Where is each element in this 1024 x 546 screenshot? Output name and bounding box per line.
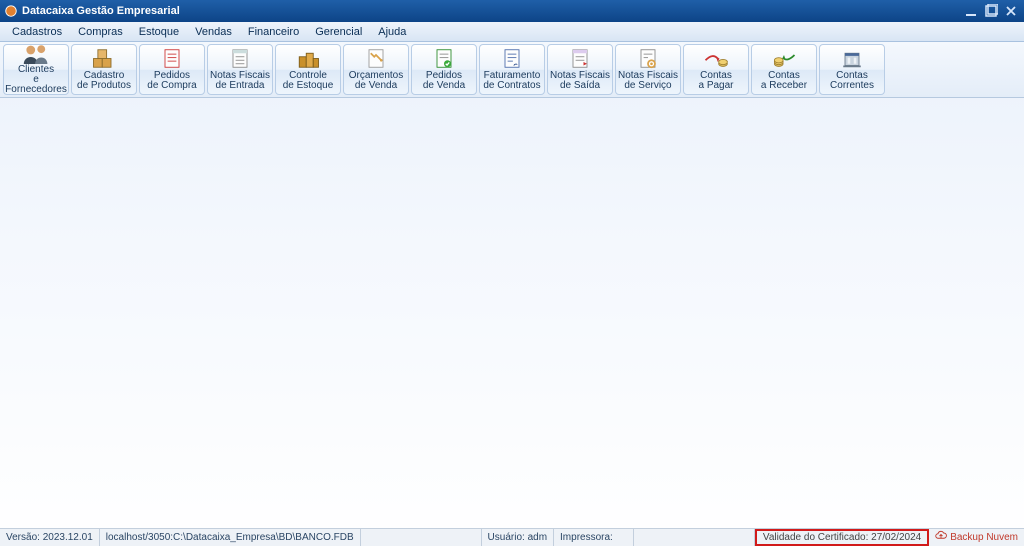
invoice-in-icon: [226, 47, 254, 70]
toolbar-label: Notas Fiscais de Entrada: [210, 71, 270, 91]
order-out-icon: [430, 47, 458, 70]
status-version: Versão: 2023.12.01: [0, 529, 100, 546]
menu-estoque[interactable]: Estoque: [131, 24, 187, 40]
bank-icon: [838, 47, 866, 70]
toolbar-label: Notas Fiscais de Saída: [550, 71, 610, 91]
toolbar-controle-estoque[interactable]: Controle de Estoque: [275, 44, 341, 95]
menu-financeiro[interactable]: Financeiro: [240, 24, 307, 40]
toolbar: Clientes e Fornecedores Cadastro de Produ…: [0, 42, 1024, 98]
toolbar-contas-pagar[interactable]: Contas a Pagar: [683, 44, 749, 95]
menu-cadastros[interactable]: Cadastros: [4, 24, 70, 40]
toolbar-contas-receber[interactable]: Contas a Receber: [751, 44, 817, 95]
toolbar-label: Notas Fiscais de Serviço: [618, 71, 678, 91]
title-bar: Datacaixa Gestão Empresarial: [0, 0, 1024, 22]
contract-icon: [498, 47, 526, 70]
pay-icon: [702, 47, 730, 70]
toolbar-faturamento-contratos[interactable]: Faturamento de Contratos: [479, 44, 545, 95]
toolbar-notas-saida[interactable]: Notas Fiscais de Saída: [547, 44, 613, 95]
toolbar-label: Pedidos de Compra: [147, 71, 196, 91]
status-user: Usuário: adm: [482, 529, 554, 546]
minimize-button[interactable]: [962, 3, 980, 19]
maximize-button[interactable]: [982, 3, 1000, 19]
toolbar-orcamentos-venda[interactable]: Orçamentos de Venda: [343, 44, 409, 95]
toolbar-label: Pedidos de Venda: [423, 71, 465, 91]
status-bar: Versão: 2023.12.01 localhost/3050:C:\Dat…: [0, 528, 1024, 546]
menu-gerencial[interactable]: Gerencial: [307, 24, 370, 40]
toolbar-contas-correntes[interactable]: Contas Correntes: [819, 44, 885, 95]
toolbar-label: Orçamentos de Venda: [349, 71, 403, 91]
menu-ajuda[interactable]: Ajuda: [370, 24, 414, 40]
people-icon: [22, 43, 50, 64]
close-button[interactable]: [1002, 3, 1020, 19]
menu-compras[interactable]: Compras: [70, 24, 131, 40]
app-window: Datacaixa Gestão Empresarial Cadastros C…: [0, 0, 1024, 546]
toolbar-label: Contas a Receber: [761, 71, 807, 91]
toolbar-pedidos-venda[interactable]: Pedidos de Venda: [411, 44, 477, 95]
cloud-upload-icon: [935, 530, 947, 545]
toolbar-label: Cadastro de Produtos: [77, 71, 131, 91]
status-certificate: Validade do Certificado: 27/02/2024: [755, 529, 929, 546]
menu-vendas[interactable]: Vendas: [187, 24, 240, 40]
toolbar-notas-entrada[interactable]: Notas Fiscais de Entrada: [207, 44, 273, 95]
stock-icon: [294, 47, 322, 70]
toolbar-label: Contas a Pagar: [698, 71, 733, 91]
receive-icon: [770, 47, 798, 70]
order-in-icon: [158, 47, 186, 70]
invoice-out-icon: [566, 47, 594, 70]
toolbar-notas-servico[interactable]: Notas Fiscais de Serviço: [615, 44, 681, 95]
budget-icon: [362, 47, 390, 70]
toolbar-label: Clientes e Fornecedores: [5, 65, 67, 95]
workspace: [0, 98, 1024, 528]
app-icon: [4, 4, 18, 18]
toolbar-label: Faturamento de Contratos: [483, 71, 540, 91]
toolbar-label: Controle de Estoque: [283, 71, 334, 91]
service-icon: [634, 47, 662, 70]
menu-bar: Cadastros Compras Estoque Vendas Finance…: [0, 22, 1024, 42]
toolbar-cadastro-produtos[interactable]: Cadastro de Produtos: [71, 44, 137, 95]
toolbar-pedidos-compra[interactable]: Pedidos de Compra: [139, 44, 205, 95]
toolbar-label: Contas Correntes: [830, 71, 874, 91]
app-title: Datacaixa Gestão Empresarial: [22, 5, 180, 17]
status-db: localhost/3050:C:\Datacaixa_Empresa\BD\B…: [100, 529, 361, 546]
toolbar-clientes-fornecedores[interactable]: Clientes e Fornecedores: [3, 44, 69, 95]
status-printer: Impressora:: [554, 529, 634, 546]
boxes-icon: [90, 47, 118, 70]
backup-nuvem-button[interactable]: Backup Nuvem: [929, 529, 1024, 546]
